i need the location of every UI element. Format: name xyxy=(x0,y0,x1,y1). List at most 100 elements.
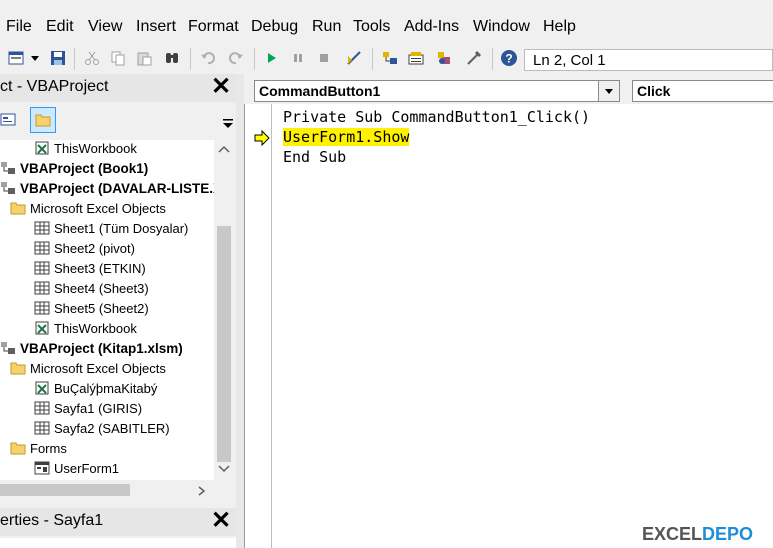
menu-edit[interactable]: Edit xyxy=(46,18,74,36)
toolbox-icon[interactable] xyxy=(466,50,482,66)
menu-help[interactable]: Help xyxy=(543,18,576,36)
help-icon[interactable]: ? xyxy=(500,49,518,67)
project-tree-horizontal-scrollbar[interactable] xyxy=(0,480,234,500)
pause-icon[interactable] xyxy=(290,50,306,66)
sheet-icon xyxy=(34,221,50,235)
tree-node[interactable]: Sayfa1 (GIRIS) xyxy=(34,400,142,418)
run-icon[interactable] xyxy=(264,50,280,66)
object-combo[interactable]: CommandButton1 xyxy=(254,80,620,102)
menu-window[interactable]: Window xyxy=(473,18,530,36)
tree-node[interactable]: UserForm1 xyxy=(34,460,119,478)
properties-title: erties - Sayfa1 xyxy=(0,512,104,529)
sheet-icon xyxy=(34,281,50,295)
tree-node[interactable]: Sayfa2 (SABITLER) xyxy=(34,420,170,438)
watermark-part1: EXCEL xyxy=(642,524,703,544)
tree-node[interactable]: ThisWorkbook xyxy=(34,320,137,338)
find-icon[interactable] xyxy=(164,50,180,66)
tree-node[interactable]: BuÇalýþmaKitabý xyxy=(34,380,157,398)
properties-object-combo[interactable] xyxy=(0,538,236,548)
stop-icon[interactable] xyxy=(316,50,332,66)
properties-window-icon[interactable] xyxy=(408,50,424,66)
save-icon[interactable] xyxy=(50,50,66,66)
tree-node[interactable]: Sheet5 (Sheet2) xyxy=(34,300,149,318)
sheet-icon xyxy=(34,421,50,435)
menu-debug[interactable]: Debug xyxy=(251,18,298,36)
scroll-up-icon[interactable] xyxy=(217,144,231,154)
tree-node[interactable]: VBAProject (Kitap1.xlsm) xyxy=(0,340,183,358)
object-combo-dropdown[interactable] xyxy=(598,81,619,101)
tree-node[interactable]: Sheet4 (Sheet3) xyxy=(34,280,149,298)
menu-view[interactable]: View xyxy=(88,18,122,36)
copy-icon[interactable] xyxy=(110,50,126,66)
menu-insert[interactable]: Insert xyxy=(136,18,176,36)
undo-icon[interactable] xyxy=(200,50,216,66)
object-combo-value: CommandButton1 xyxy=(259,83,381,99)
toggle-folders-button[interactable] xyxy=(30,107,56,133)
menu-add-ins[interactable]: Add-Ins xyxy=(404,18,459,36)
cursor-position-status: Ln 2, Col 1 xyxy=(524,49,773,71)
scroll-down-icon[interactable] xyxy=(217,464,231,474)
design-mode-icon[interactable] xyxy=(346,50,362,66)
redo-icon[interactable] xyxy=(228,50,244,66)
tree-node-label: ThisWorkbook xyxy=(54,141,137,156)
tree-node-label: Sheet1 (Tüm Dosyalar) xyxy=(54,221,189,236)
watermark-part2: DEPO xyxy=(702,524,754,544)
close-icon[interactable]: ✕ xyxy=(210,509,232,533)
overflow-chevron-icon xyxy=(223,119,233,128)
folder-icon xyxy=(35,114,51,127)
toolbar-overflow-button[interactable] xyxy=(222,116,234,130)
tree-node[interactable]: VBAProject (DAVALAR-LISTE.X xyxy=(0,180,214,198)
paste-icon[interactable] xyxy=(136,50,152,66)
insert-userform-icon[interactable] xyxy=(8,50,24,66)
close-icon[interactable]: ✕ xyxy=(210,75,232,99)
highlighted-statement: UserForm1.Show xyxy=(283,128,410,146)
project-explorer-icon[interactable] xyxy=(382,50,398,66)
scrollbar-thumb[interactable] xyxy=(217,226,231,462)
sheet-icon xyxy=(34,241,50,255)
project-explorer-title: ct - VBAProject xyxy=(0,78,109,95)
tree-node-label: Microsoft Excel Objects xyxy=(30,361,166,376)
folder-icon xyxy=(10,201,26,215)
project-explorer-toolbar xyxy=(0,104,236,138)
toolbar-separator xyxy=(492,48,493,70)
tree-node[interactable]: Forms xyxy=(10,440,67,458)
tree-node[interactable]: Sheet3 (ETKIN) xyxy=(34,260,146,278)
pane-splitter[interactable] xyxy=(236,74,244,548)
tree-node[interactable]: Microsoft Excel Objects xyxy=(10,360,166,378)
menu-run[interactable]: Run xyxy=(312,18,341,36)
code-line-3[interactable]: End Sub xyxy=(283,148,346,166)
project-tree: ThisWorkbook VBAProject (Book1) VBAProject… xyxy=(0,140,214,480)
cut-icon[interactable] xyxy=(84,50,100,66)
tree-node-label: Microsoft Excel Objects xyxy=(30,201,166,216)
tree-node[interactable]: Microsoft Excel Objects xyxy=(10,200,166,218)
menu-tools[interactable]: Tools xyxy=(353,18,390,36)
menu-format[interactable]: Format xyxy=(188,18,239,36)
code-line-2[interactable]: UserForm1.Show xyxy=(283,128,410,146)
scroll-right-icon[interactable] xyxy=(196,485,206,497)
tree-node-label: Forms xyxy=(30,441,67,456)
chevron-down-icon xyxy=(605,89,613,94)
tree-node-label: Sheet2 (pivot) xyxy=(54,241,135,256)
tree-node[interactable]: VBAProject (Book1) xyxy=(0,160,148,178)
code-line-1[interactable]: Private Sub CommandButton1_Click() xyxy=(283,108,590,126)
project-tree-vertical-scrollbar[interactable] xyxy=(214,140,234,480)
chevron-down-icon[interactable] xyxy=(30,50,40,66)
workbook-icon xyxy=(34,141,50,155)
procedure-combo[interactable]: Click xyxy=(632,80,773,102)
vba-project-icon xyxy=(0,161,16,175)
tree-node-label: Sayfa2 (SABITLER) xyxy=(54,421,170,436)
sheet-icon xyxy=(34,301,50,315)
tree-node[interactable]: Sheet1 (Tüm Dosyalar) xyxy=(34,220,188,238)
tree-node-label: BuÇalýþmaKitabý xyxy=(54,381,158,396)
watermark-logo: EXCELDEPO xyxy=(642,524,753,545)
view-object-icon[interactable] xyxy=(0,112,16,128)
tree-node[interactable]: ThisWorkbook xyxy=(34,140,137,158)
scrollbar-thumb[interactable] xyxy=(0,484,130,496)
object-browser-icon[interactable] xyxy=(436,50,452,66)
code-margin xyxy=(245,104,272,548)
tree-node[interactable]: Sheet2 (pivot) xyxy=(34,240,135,258)
menu-bar: File Edit View Insert Format Debug Run T… xyxy=(0,14,773,40)
code-editor[interactable]: Private Sub CommandButton1_Click() UserF… xyxy=(244,104,773,548)
procedure-combo-value: Click xyxy=(637,83,671,99)
menu-file[interactable]: File xyxy=(6,18,32,36)
